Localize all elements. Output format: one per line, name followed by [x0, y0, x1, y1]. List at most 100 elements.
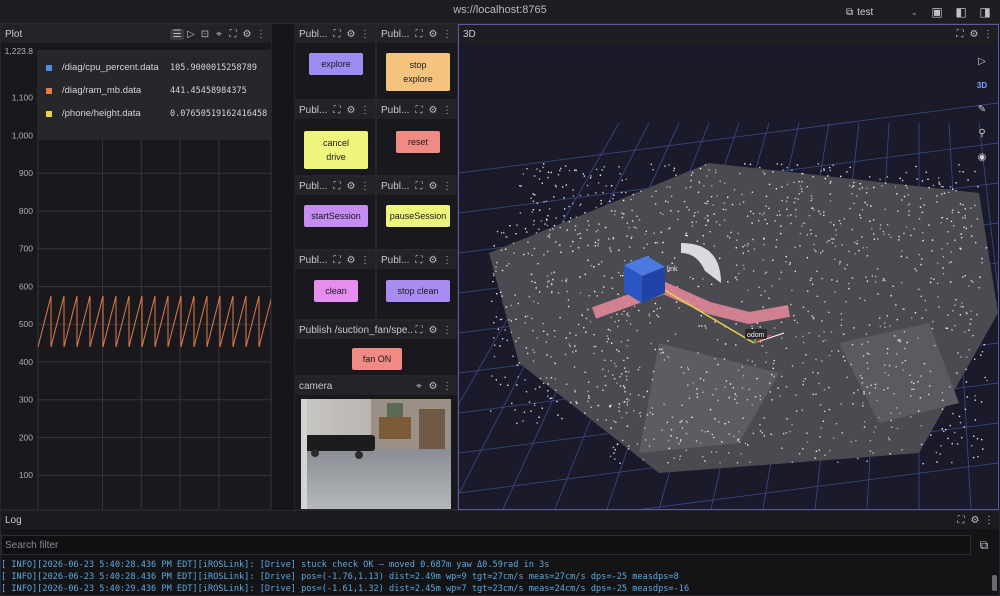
more-menu-icon[interactable]: ⋮: [440, 381, 454, 392]
cloud-point: [927, 178, 929, 180]
fullscreen-icon[interactable]: ⛶: [412, 105, 426, 116]
stop-explore-button[interactable]: stop explore: [386, 53, 450, 91]
more-menu-icon[interactable]: ⋮: [440, 29, 454, 40]
right-sidebar-toggle-icon[interactable]: ◨: [976, 3, 994, 21]
cancel-drive-button[interactable]: cancel drive: [304, 131, 368, 169]
cursor-icon[interactable]: ▷: [184, 29, 198, 40]
settings-gear-icon[interactable]: ⚙: [426, 325, 440, 336]
cloud-point: [533, 247, 536, 250]
settings-gear-icon[interactable]: ⚙: [426, 181, 440, 192]
settings-gear-icon[interactable]: ⚙: [426, 255, 440, 266]
settings-gear-icon[interactable]: ⚙: [426, 105, 440, 116]
cloud-point: [785, 261, 787, 263]
cloud-point: [965, 311, 968, 314]
cloud-point: [921, 317, 923, 319]
fullscreen-icon[interactable]: ⛶: [330, 29, 344, 40]
publish-pose-icon[interactable]: ⚲: [972, 125, 992, 141]
log-search-input[interactable]: Search filter: [1, 535, 971, 555]
fullscreen-icon[interactable]: ⛶: [330, 255, 344, 266]
cloud-point: [552, 278, 554, 281]
cloud-point: [593, 345, 595, 348]
cloud-point: [700, 315, 702, 317]
fullscreen-icon[interactable]: ⛶: [412, 29, 426, 40]
cloud-point: [563, 215, 565, 217]
settings-gear-icon[interactable]: ⚙: [967, 29, 981, 40]
fullscreen-icon[interactable]: ⛶: [412, 255, 426, 266]
cloud-point: [866, 280, 869, 282]
settings-gear-icon[interactable]: ⚙: [344, 105, 358, 116]
reset-button[interactable]: reset: [396, 131, 440, 153]
more-menu-icon[interactable]: ⋮: [981, 29, 995, 40]
3d-mode-toggle[interactable]: 3D: [972, 77, 992, 93]
cloud-point: [688, 209, 690, 211]
copy-logs-icon[interactable]: ⧉: [975, 536, 993, 554]
cloud-point: [597, 239, 600, 241]
settings-gear-icon[interactable]: ⚙: [344, 255, 358, 266]
more-menu-icon[interactable]: ⋮: [254, 29, 268, 40]
cloud-point: [850, 363, 852, 366]
legend-toggle-icon[interactable]: ☰: [170, 28, 184, 40]
cloud-point: [639, 415, 642, 417]
legend-row-height[interactable]: /phone/height.data 0.07650519162416458: [38, 102, 271, 125]
legend-row-ram[interactable]: /diag/ram_mb.data 441.45458984375: [38, 79, 271, 102]
cloud-point: [626, 235, 628, 237]
pause-session-button[interactable]: pauseSession: [386, 205, 450, 227]
more-menu-icon[interactable]: ⋮: [358, 181, 372, 192]
more-menu-icon[interactable]: ⋮: [358, 29, 372, 40]
settings-gear-icon[interactable]: ⚙: [426, 29, 440, 40]
more-menu-icon[interactable]: ⋮: [982, 515, 996, 526]
more-menu-icon[interactable]: ⋮: [358, 255, 372, 266]
settings-gear-icon[interactable]: ⚙: [344, 181, 358, 192]
crosshair-icon[interactable]: ⌖: [212, 29, 226, 40]
fullscreen-icon[interactable]: ⛶: [330, 105, 344, 116]
crosshair-icon[interactable]: ⌖: [412, 381, 426, 392]
start-session-button[interactable]: startSession: [304, 205, 368, 227]
publish-panel: Publ... ⛶ ⚙ ⋮ startSession: [294, 176, 376, 250]
follow-target-icon[interactable]: ◉: [972, 149, 992, 165]
cloud-point: [595, 230, 597, 233]
ruler-icon[interactable]: ✎: [972, 101, 992, 117]
download-icon[interactable]: ⊡: [198, 29, 212, 40]
settings-gear-icon[interactable]: ⚙: [240, 29, 254, 40]
fullscreen-icon[interactable]: ⛶: [412, 325, 426, 336]
cloud-point: [503, 231, 505, 234]
settings-gear-icon[interactable]: ⚙: [968, 515, 982, 526]
cloud-point: [654, 203, 657, 205]
cloud-point: [823, 331, 825, 333]
cloud-point: [930, 434, 932, 436]
stop-clean-button[interactable]: stop clean: [386, 280, 450, 302]
fullscreen-icon[interactable]: ⛶: [953, 29, 967, 40]
cloud-point: [744, 442, 747, 445]
more-menu-icon[interactable]: ⋮: [440, 255, 454, 266]
log-scrollbar[interactable]: [992, 575, 997, 591]
explore-button[interactable]: explore: [309, 53, 363, 75]
cloud-point: [705, 327, 707, 329]
fullscreen-icon[interactable]: ⛶: [954, 515, 968, 526]
fullscreen-icon[interactable]: ⛶: [412, 181, 426, 192]
user-app-icon[interactable]: ▣: [928, 3, 946, 21]
publish-panel: Publ... ⛶ ⚙ ⋮ pauseSession: [376, 176, 458, 250]
cloud-point: [551, 397, 553, 399]
cloud-point: [879, 178, 881, 181]
cloud-point: [919, 206, 922, 208]
clean-button[interactable]: clean: [314, 280, 358, 302]
cloud-point: [762, 259, 764, 261]
cloud-point: [551, 283, 553, 286]
layout-selector[interactable]: ⧉ test ⌄: [842, 3, 922, 21]
more-menu-icon[interactable]: ⋮: [440, 181, 454, 192]
fan-on-button[interactable]: fan ON: [352, 348, 402, 370]
more-menu-icon[interactable]: ⋮: [440, 325, 454, 336]
select-cursor-icon[interactable]: ▷: [972, 53, 992, 69]
cloud-point: [599, 174, 602, 176]
settings-gear-icon[interactable]: ⚙: [344, 29, 358, 40]
more-menu-icon[interactable]: ⋮: [358, 105, 372, 116]
more-menu-icon[interactable]: ⋮: [440, 105, 454, 116]
cloud-point: [873, 233, 875, 235]
cloud-point: [620, 191, 623, 194]
legend-row-cpu[interactable]: /diag/cpu_percent.data 105.9000015258789: [38, 56, 271, 79]
fullscreen-icon[interactable]: ⛶: [226, 29, 240, 40]
settings-gear-icon[interactable]: ⚙: [426, 381, 440, 392]
3d-viewport[interactable]: link odom: [459, 43, 998, 509]
left-sidebar-toggle-icon[interactable]: ◧: [952, 3, 970, 21]
fullscreen-icon[interactable]: ⛶: [330, 181, 344, 192]
